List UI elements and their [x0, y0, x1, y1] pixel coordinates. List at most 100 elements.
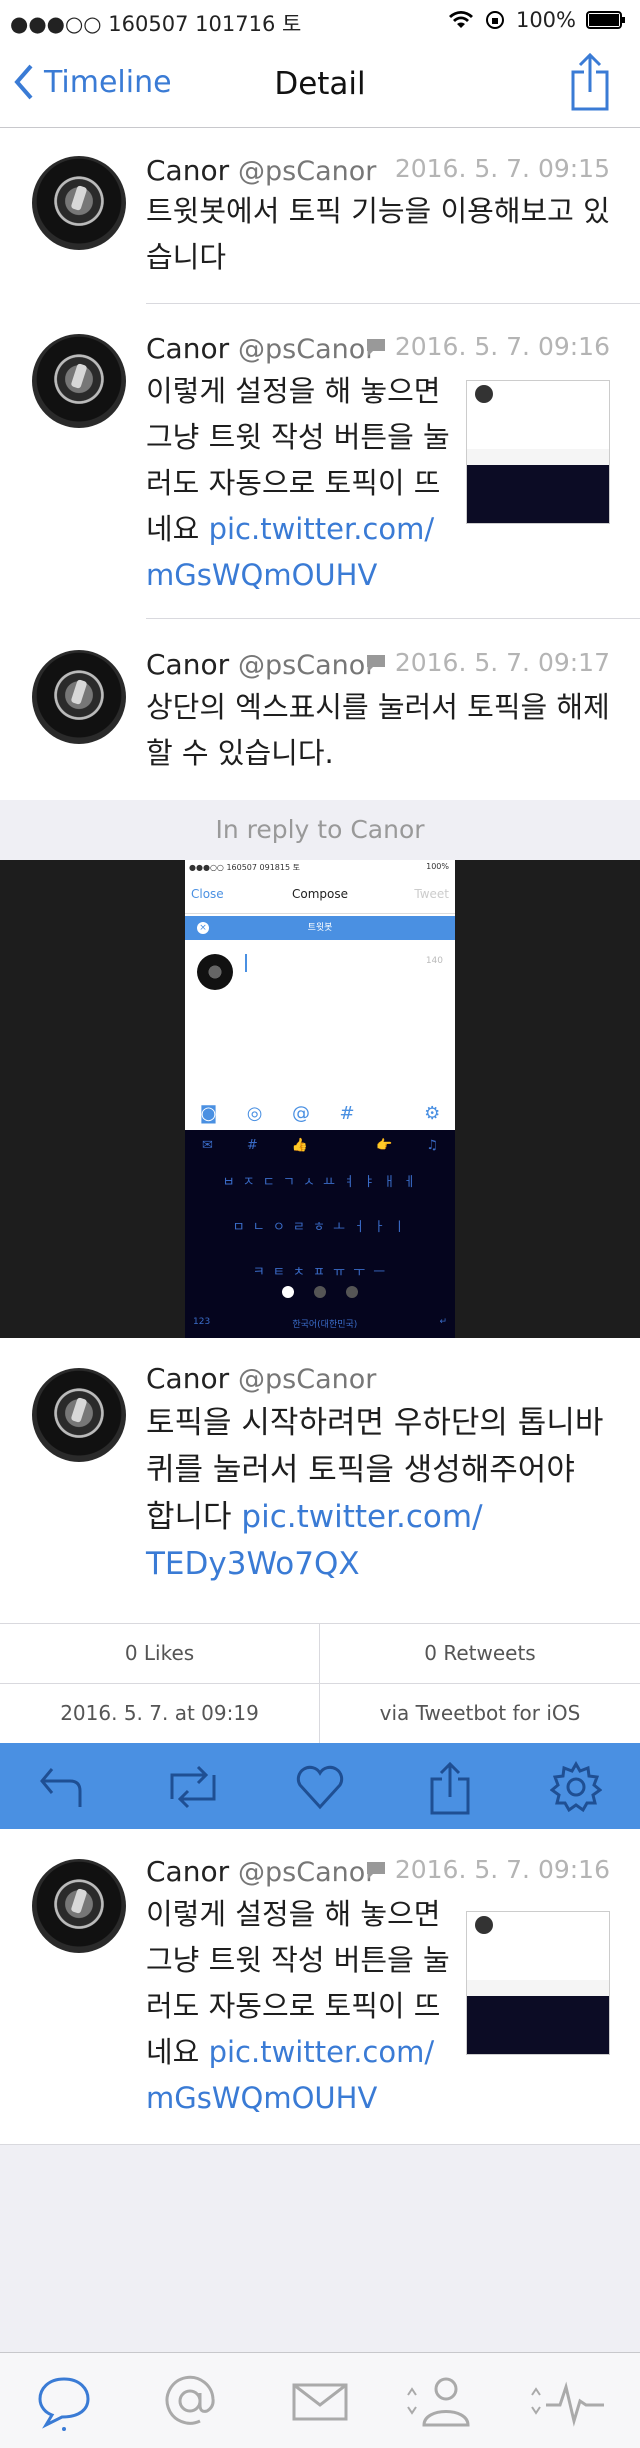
- shot-tweet: Tweet: [414, 887, 449, 901]
- tweet-author-handle: @psCanor: [238, 650, 377, 681]
- shot-close-topic-icon: ×: [197, 922, 209, 934]
- divider: [146, 618, 640, 619]
- tab-timeline[interactable]: [34, 2371, 94, 2431]
- profile-icon: [407, 2377, 470, 2427]
- reply-icon: [40, 1768, 82, 1807]
- tweet-link-cont[interactable]: TEDy3Wo7QX: [146, 1546, 360, 1582]
- tweet-link-cont[interactable]: mGsWQmOUHV: [146, 2081, 377, 2115]
- in-reply-to-label[interactable]: In reply to Canor: [0, 800, 640, 860]
- retweet-icon: [170, 1765, 216, 1809]
- like-button[interactable]: [294, 1761, 346, 1813]
- shot-lang: 한국어(대한민국): [292, 1320, 358, 1330]
- rotation-lock-icon: [485, 11, 504, 29]
- shot-toolbar: ◙ ◎ @ # ⚙: [199, 1102, 441, 1124]
- activity-icon: [531, 2381, 604, 2427]
- tweet-author-name: Canor: [146, 154, 230, 187]
- tab-profile[interactable]: [404, 2371, 476, 2431]
- tweet-item[interactable]: Canor @psCanor 2016. 5. 7. 09:15 트윗봇에서 토…: [0, 128, 640, 306]
- like-icon: [296, 1765, 344, 1810]
- shot-emoji-row: ✉ # 👍 👉 ♫: [202, 1138, 438, 1153]
- camera-icon: ◙: [199, 1102, 218, 1124]
- tab-activity[interactable]: [528, 2371, 606, 2431]
- tab-bar: [0, 2352, 640, 2448]
- action-bar: [0, 1743, 640, 1829]
- tweet-link-cont[interactable]: mGsWQmOUHV: [146, 558, 377, 592]
- conversation-bubble-icon: [366, 654, 385, 672]
- share-icon: [430, 1761, 470, 1815]
- screenshot-phone: ●●●○○ 160507 091815 토 100% Close Compose…: [185, 860, 455, 1338]
- tweet-author-name: Canor: [146, 648, 230, 681]
- conversation-bubble-icon: [366, 338, 385, 356]
- tweet-text: 상단의 엑스표시를 눌러서 토픽을 해제 할 수 있습니다.: [146, 690, 610, 770]
- avatar[interactable]: [32, 334, 126, 428]
- reply-button[interactable]: [38, 1761, 90, 1813]
- carrier-time: ●●●○○ 160507 101716 토: [10, 12, 302, 36]
- shot-topic: 트윗봇: [307, 923, 333, 933]
- shot-row-1: ㅂ ㅈ ㄷ ㄱ ㅅ ㅛ ㅕ ㅑ ㅐ ㅔ: [222, 1175, 418, 1190]
- battery-icon: [586, 11, 625, 29]
- tweet-time-text: 2016. 5. 7. 09:16: [394, 332, 610, 361]
- tweet-datetime: 2016. 5. 7. at 09:19: [0, 1684, 320, 1743]
- tweet-time: 2016. 5. 7. 09:16: [365, 1855, 610, 1884]
- battery-percent: 100%: [515, 8, 576, 32]
- tweet-time: 2016. 5. 7. 09:17: [365, 648, 610, 677]
- shot-return-icon: ↵: [439, 1317, 447, 1327]
- shot-avatar: [197, 954, 233, 990]
- shot-num-key: 123: [193, 1317, 211, 1327]
- tweet-time-text: 2016. 5. 7. 09:17: [394, 648, 610, 677]
- likes-count[interactable]: 0 Likes: [0, 1624, 320, 1683]
- location-icon: ◎: [246, 1102, 263, 1124]
- page-title: Detail: [274, 66, 366, 102]
- shot-keyboard: ✉ # 👍 👉 ♫ ㅂ ㅈ ㄷ ㄱ ㅅ ㅛ ㅕ ㅑ ㅐ ㅔ ㅁ ㄴ ㅇ ㄹ ㅎ ㅗ ㅓ …: [185, 1130, 455, 1338]
- messages-icon: [292, 2383, 348, 2421]
- retweet-button[interactable]: [162, 1761, 224, 1813]
- nav-bar: Timeline Detail: [0, 42, 640, 128]
- tweet-client: via Tweetbot for iOS: [379, 1701, 581, 1725]
- status-bar: ●●●○○ 160507 101716 토 100%: [0, 0, 640, 42]
- avatar[interactable]: [32, 156, 126, 250]
- shot-battery: 100%: [426, 862, 449, 871]
- tweet-item[interactable]: Canor @psCanor 2016. 5. 7. 09:17 상단의 엑스표…: [0, 620, 640, 800]
- shot-topic-bar: × 트윗봇: [185, 916, 455, 940]
- tweet-author-handle: @psCanor: [238, 156, 377, 187]
- gear-icon: ⚙: [424, 1102, 441, 1124]
- avatar[interactable]: [32, 1859, 126, 1953]
- retweets-count[interactable]: 0 Retweets: [320, 1624, 640, 1683]
- tweet-time: 2016. 5. 7. 09:16: [365, 332, 610, 361]
- tweet-stats: 0 Likes 0 Retweets 2016. 5. 7. at 09:19 …: [0, 1623, 640, 1743]
- tweet-item[interactable]: Canor @psCanor 2016. 5. 7. 09:16 이렇게 설정을…: [0, 304, 640, 620]
- tab-messages[interactable]: [290, 2371, 350, 2431]
- conversation-bubble-icon: [366, 1861, 385, 1879]
- conversation-list: Canor @psCanor 2016. 5. 7. 09:15 트윗봇에서 토…: [0, 128, 640, 800]
- timeline-icon: [38, 2377, 90, 2431]
- tweet-author-name: Canor: [146, 1362, 230, 1395]
- tweet-link[interactable]: pic.twitter.com/: [209, 512, 435, 546]
- tweet-text: 이렇게 설정을 해 놓으면 그냥 트윗 작성 버튼을 눌 러도 자동으로 토픽이…: [146, 1891, 450, 2121]
- tweet-time: 2016. 5. 7. 09:15: [394, 154, 610, 183]
- tweet-link[interactable]: pic.twitter.com/: [209, 2035, 435, 2069]
- tweet-item[interactable]: Canor @psCanor 2016. 5. 7. 09:16 이렇게 설정을…: [0, 1829, 640, 2145]
- tweet-link[interactable]: pic.twitter.com/: [241, 1499, 482, 1535]
- settings-button[interactable]: [549, 1760, 603, 1813]
- tweet-author-handle: @psCanor: [238, 1364, 377, 1395]
- tweet-author-handle: @psCanor: [238, 1857, 377, 1888]
- attached-image[interactable]: ●●●○○ 160507 091815 토 100% Close Compose…: [0, 860, 640, 1338]
- wifi-icon: [448, 11, 473, 28]
- shot-counter: 140: [425, 956, 443, 966]
- tweet-author-name: Canor: [146, 332, 230, 365]
- share-tweet-button[interactable]: [424, 1761, 476, 1815]
- tweet-author-name: Canor: [146, 1855, 230, 1888]
- avatar[interactable]: [32, 650, 126, 744]
- media-thumbnail[interactable]: [466, 1911, 610, 2055]
- shot-row-3: ㅋ ㅌ ㅊ ㅍ ㅠ ㅜ ㅡ: [252, 1265, 388, 1280]
- settings-icon: [549, 1760, 603, 1813]
- avatar[interactable]: [32, 1368, 126, 1462]
- tab-mentions[interactable]: [160, 2371, 220, 2431]
- shot-status: ●●●○○ 160507 091815 토: [189, 863, 300, 872]
- share-button[interactable]: [570, 52, 610, 116]
- tweet-text: 이렇게 설정을 해 놓으면 그냥 트윗 작성 버튼을 눌 러도 자동으로 토픽이…: [146, 368, 450, 598]
- tweet-text: 트윗봇에서 토픽 기능을 이용해보고 있 습니다: [146, 194, 610, 274]
- media-thumbnail[interactable]: [466, 380, 610, 524]
- tweet-author-handle: @psCanor: [238, 334, 377, 365]
- tweet-time-text: 2016. 5. 7. 09:16: [394, 1855, 610, 1884]
